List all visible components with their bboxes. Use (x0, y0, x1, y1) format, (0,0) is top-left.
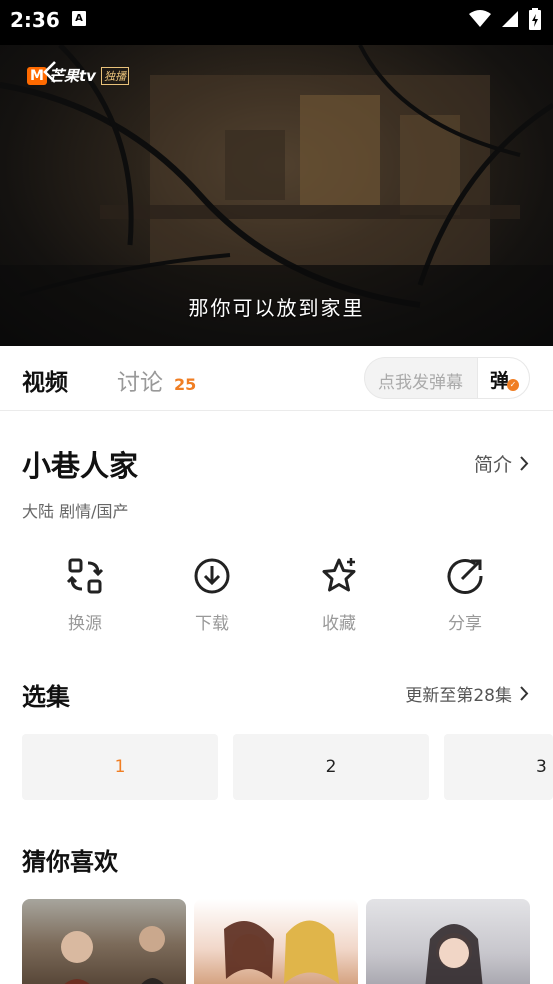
download-icon (194, 558, 230, 594)
status-icons (469, 8, 541, 30)
poster-image (425, 924, 483, 984)
danmu-placeholder: 点我发弹幕 (378, 373, 463, 393)
wifi-icon (469, 10, 491, 27)
chevron-right-icon (520, 456, 529, 471)
chevron-right-icon (520, 686, 529, 701)
recommend-poster[interactable] (366, 899, 530, 984)
episode-item[interactable]: 3 (444, 734, 553, 800)
signal-icon (502, 11, 518, 27)
status-time: 2:36 (10, 8, 60, 32)
danmu-button-label: 弹 (490, 370, 510, 392)
share-label: 分享 (448, 614, 482, 634)
share-button[interactable]: 分享 (420, 555, 510, 634)
battery-icon (529, 8, 541, 30)
show-title: 小巷人家 (22, 449, 139, 483)
poster-image (61, 926, 165, 984)
video-player[interactable]: M 芒果tv 独播 那你可以放到家里 (0, 45, 553, 346)
tab-discuss[interactable]: 讨论 (117, 363, 163, 397)
discuss-count-badge: 25 (174, 375, 197, 394)
danmu-on-icon: ✓ (507, 379, 519, 391)
video-subtitle: 那你可以放到家里 (188, 296, 365, 320)
update-status: 更新至第28集 (405, 686, 512, 706)
back-button[interactable] (36, 55, 64, 89)
tab-bar: 视频 讨论 25 点我发弹幕 弹 ✓ (0, 346, 553, 411)
star-icon (322, 558, 356, 592)
episode-item[interactable]: 2 (233, 734, 429, 800)
switch-source-label: 换源 (68, 614, 102, 634)
notification-icon: A (72, 11, 86, 26)
episodes-more-button[interactable]: 更新至第28集 (405, 681, 529, 706)
danmu-input[interactable]: 点我发弹幕 弹 ✓ (364, 357, 530, 399)
switch-source-icon (66, 558, 104, 594)
episodes-title: 选集 (22, 683, 70, 711)
switch-source-button[interactable]: 换源 (40, 555, 130, 634)
poster-image (224, 920, 339, 984)
show-meta: 大陆 剧情/国产 (22, 502, 129, 521)
share-icon (447, 559, 483, 594)
favorite-label: 收藏 (322, 614, 356, 634)
download-label: 下载 (195, 614, 229, 634)
recommend-title: 猜你喜欢 (22, 848, 118, 876)
download-button[interactable]: 下载 (167, 555, 257, 634)
status-bar: 2:36 A (0, 0, 553, 45)
episode-item[interactable]: 1 (22, 734, 218, 800)
exclusive-badge: 独播 (100, 66, 129, 85)
recommend-poster[interactable] (22, 899, 186, 984)
favorite-button[interactable]: 收藏 (294, 555, 384, 634)
intro-label: 简介 (473, 454, 512, 476)
recommend-poster[interactable] (194, 899, 358, 984)
action-row: 换源 下载 收藏 分享 (0, 555, 553, 645)
tab-video[interactable]: 视频 (22, 363, 68, 397)
intro-button[interactable]: 简介 (474, 450, 529, 477)
back-arrow-icon (43, 61, 56, 83)
danmu-toggle-button[interactable]: 弹 ✓ (477, 358, 529, 398)
